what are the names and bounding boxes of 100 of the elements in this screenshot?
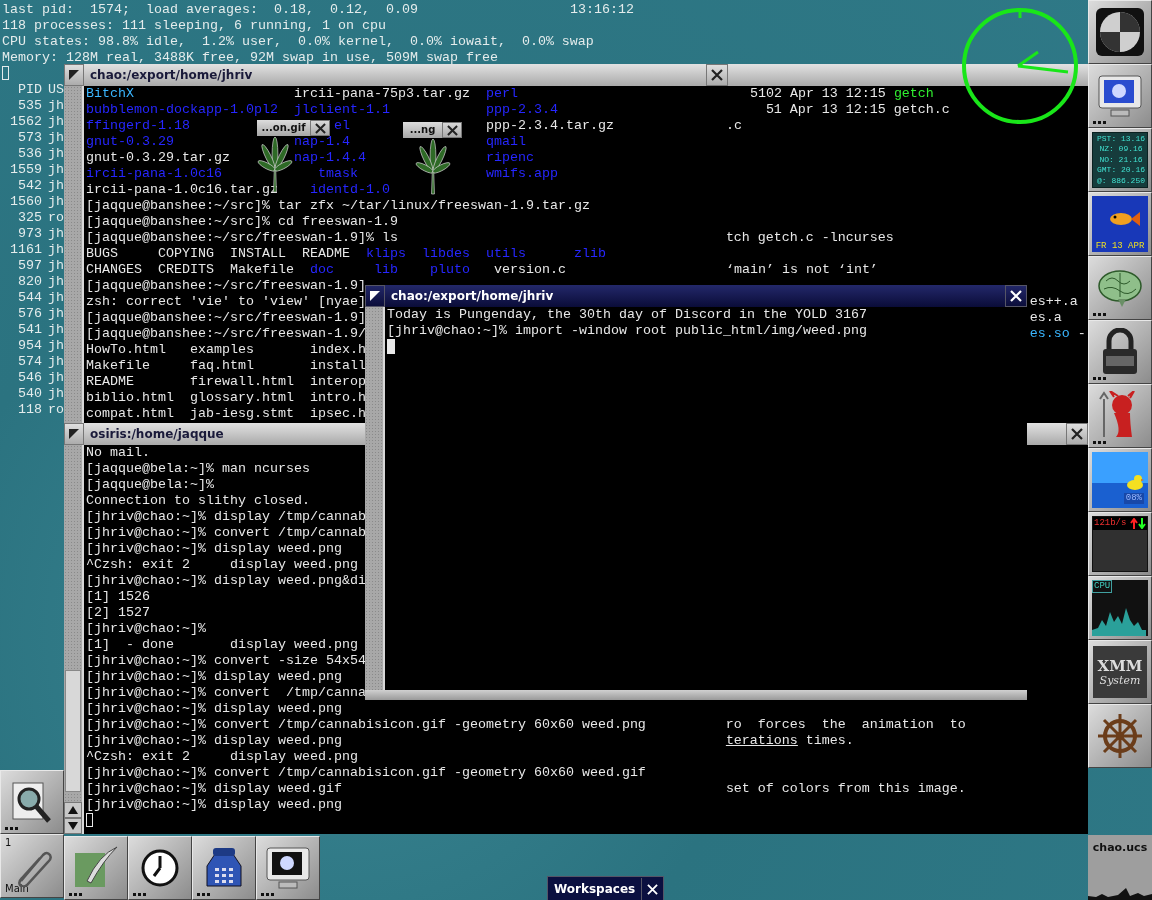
directory-name: ppp-2.3.4 bbox=[485, 102, 558, 117]
terminal-text: es++.a bbox=[1029, 294, 1078, 309]
dock-tile[interactable]: 08% bbox=[1088, 448, 1152, 512]
terminal-text: [jhriv@chao:~]% convert /tmp/cannabisicon.gif -geometry 60x60 weed.png bbox=[86, 717, 646, 732]
terminal-text: [jhriv@chao:~]% display weed.png bbox=[86, 541, 342, 556]
dock-tile[interactable]: CPU bbox=[1088, 576, 1152, 640]
dots-icon bbox=[133, 893, 147, 896]
close-button[interactable] bbox=[310, 120, 330, 136]
dock-tile[interactable] bbox=[1088, 256, 1152, 320]
workspaces-label: Workspaces bbox=[553, 881, 637, 897]
executable-name: getch bbox=[893, 86, 934, 101]
terminal-text: [1] - done display weed.png bbox=[86, 637, 358, 652]
scrollbar-thumb[interactable] bbox=[65, 670, 81, 792]
directory-name: qmail bbox=[485, 134, 526, 149]
dock-tile[interactable] bbox=[1088, 0, 1152, 64]
user-name: jh bbox=[48, 98, 65, 114]
user-name: jh bbox=[48, 114, 65, 130]
user-name: jh bbox=[48, 162, 65, 178]
dock-tile[interactable]: XMM System bbox=[1088, 640, 1152, 704]
text-cursor bbox=[86, 813, 93, 828]
scroll-up-button[interactable] bbox=[64, 802, 82, 818]
window-menu-button[interactable] bbox=[365, 285, 385, 307]
terminal-text: Makefile faq.html install bbox=[86, 358, 366, 373]
dots-icon bbox=[1093, 313, 1107, 316]
dock-tile[interactable] bbox=[1088, 320, 1152, 384]
close-icon bbox=[314, 122, 326, 134]
dots-icon bbox=[197, 893, 211, 896]
user-name: jh bbox=[48, 322, 65, 338]
dock-tile[interactable] bbox=[128, 836, 192, 900]
close-icon bbox=[711, 69, 723, 81]
user-name: jh bbox=[48, 354, 65, 370]
dots-icon bbox=[69, 893, 83, 896]
terminal-text: ircii-pana-1.0c16.tar.gz bbox=[86, 182, 278, 197]
terminal-text: [jhriv@chao:~]% display weed.png&di bbox=[86, 573, 366, 588]
dots-icon bbox=[1093, 377, 1107, 380]
directory-name: perl bbox=[485, 86, 518, 101]
process-id: 820 bbox=[17, 274, 42, 290]
dots-icon bbox=[1093, 121, 1107, 124]
process-id: 541 bbox=[17, 322, 42, 338]
padlock-icon bbox=[1100, 328, 1140, 376]
monitor-icon bbox=[265, 846, 311, 890]
terminal-text: biblio.html glossary.html intro.h bbox=[86, 390, 366, 405]
terminal-text: ^Czsh: exit 2 display weed.png bbox=[86, 749, 358, 764]
time-zone-text: GMT: 20.16 bbox=[1096, 165, 1146, 176]
scrollbar[interactable] bbox=[64, 445, 84, 834]
scrollbar[interactable] bbox=[64, 86, 84, 426]
dock-tile[interactable]: FR 13 APR bbox=[1088, 192, 1152, 256]
time-text: 13:16:12 bbox=[570, 2, 634, 18]
terminal-text: [jhriv@chao:~]% convert /tmp/canna bbox=[86, 685, 366, 700]
dock-tile[interactable]: PST: 13.16 NZ: 09.16 NO: 21.16 GMT: 20.16 @: 886.250 bbox=[1088, 128, 1152, 192]
directory-name: libdes bbox=[421, 246, 470, 261]
dock-tile[interactable] bbox=[64, 836, 128, 900]
process-id: 973 bbox=[17, 226, 42, 242]
directory-name: gnut-0.3.29 bbox=[86, 134, 174, 149]
dock-tile[interactable] bbox=[1088, 384, 1152, 448]
workspace-number: 1 bbox=[5, 837, 12, 849]
directory-name: nap-1.4 bbox=[293, 134, 350, 149]
terminal-text: [jhriv@chao:~]% display weed.png bbox=[86, 733, 342, 748]
up-arrow-icon bbox=[68, 806, 78, 814]
status-text: 118 processes: 111 sleeping, 6 running, 1 on cpu bbox=[2, 18, 386, 33]
window-title: ...ng bbox=[408, 123, 437, 137]
host-name: chao.ucs bbox=[1092, 840, 1148, 856]
close-icon bbox=[1071, 428, 1083, 440]
process-id: 546 bbox=[17, 370, 42, 386]
time-zone-text: NO: 21.16 bbox=[1098, 154, 1144, 166]
close-button[interactable] bbox=[442, 122, 462, 138]
rate-text: 121b/s bbox=[1094, 518, 1127, 529]
user-name: jh bbox=[48, 290, 65, 306]
dots-icon bbox=[1093, 441, 1107, 444]
dock-tile[interactable] bbox=[192, 836, 256, 900]
terminal-text: [jhriv@chao:~]% convert -size 54x54 bbox=[86, 653, 366, 668]
dock-tile[interactable] bbox=[1088, 704, 1152, 768]
terminal-text: ppp-2.3.4.tar.gz bbox=[485, 118, 614, 133]
dots-icon bbox=[5, 827, 19, 830]
window-title: chao:/export/home/jhriv bbox=[390, 288, 555, 305]
process-id: 118 bbox=[17, 402, 42, 418]
dock-tile[interactable]: 121b/s bbox=[1088, 512, 1152, 576]
underlined-text: terations bbox=[725, 733, 798, 748]
process-id: 536 bbox=[17, 146, 42, 162]
directory-name: wmifs.app bbox=[485, 166, 558, 181]
directory-name: doc bbox=[309, 262, 334, 277]
user-name: jh bbox=[48, 242, 65, 258]
scrollbar[interactable] bbox=[365, 307, 385, 690]
terminal-text: .c bbox=[725, 118, 742, 133]
directory-name: ircii-pana-1.0c16 bbox=[86, 166, 222, 181]
dock-tile[interactable] bbox=[1088, 64, 1152, 128]
workspaces-bar[interactable]: Workspaces bbox=[547, 876, 665, 900]
close-button[interactable] bbox=[1005, 285, 1027, 307]
terminal-text: Connection to slithy closed. bbox=[86, 493, 310, 508]
triangle-icon bbox=[68, 428, 80, 440]
user-name: jh bbox=[48, 258, 65, 274]
terminal-text: [jaqque@banshee:~/src/freeswan-1.9] bbox=[86, 310, 366, 325]
terminal-text: [jhriv@chao:~]% display /tmp/cannab bbox=[86, 509, 366, 524]
dock-tile[interactable] bbox=[0, 770, 64, 834]
arrows-icon bbox=[1130, 518, 1146, 529]
terminal-text: [2] 1527 bbox=[86, 605, 150, 620]
dock-tile[interactable] bbox=[256, 836, 320, 900]
scroll-down-button[interactable] bbox=[64, 818, 82, 834]
directory-name: utils bbox=[485, 246, 526, 261]
terminal-text: gnut-0.3.29.tar.gz bbox=[86, 150, 230, 165]
